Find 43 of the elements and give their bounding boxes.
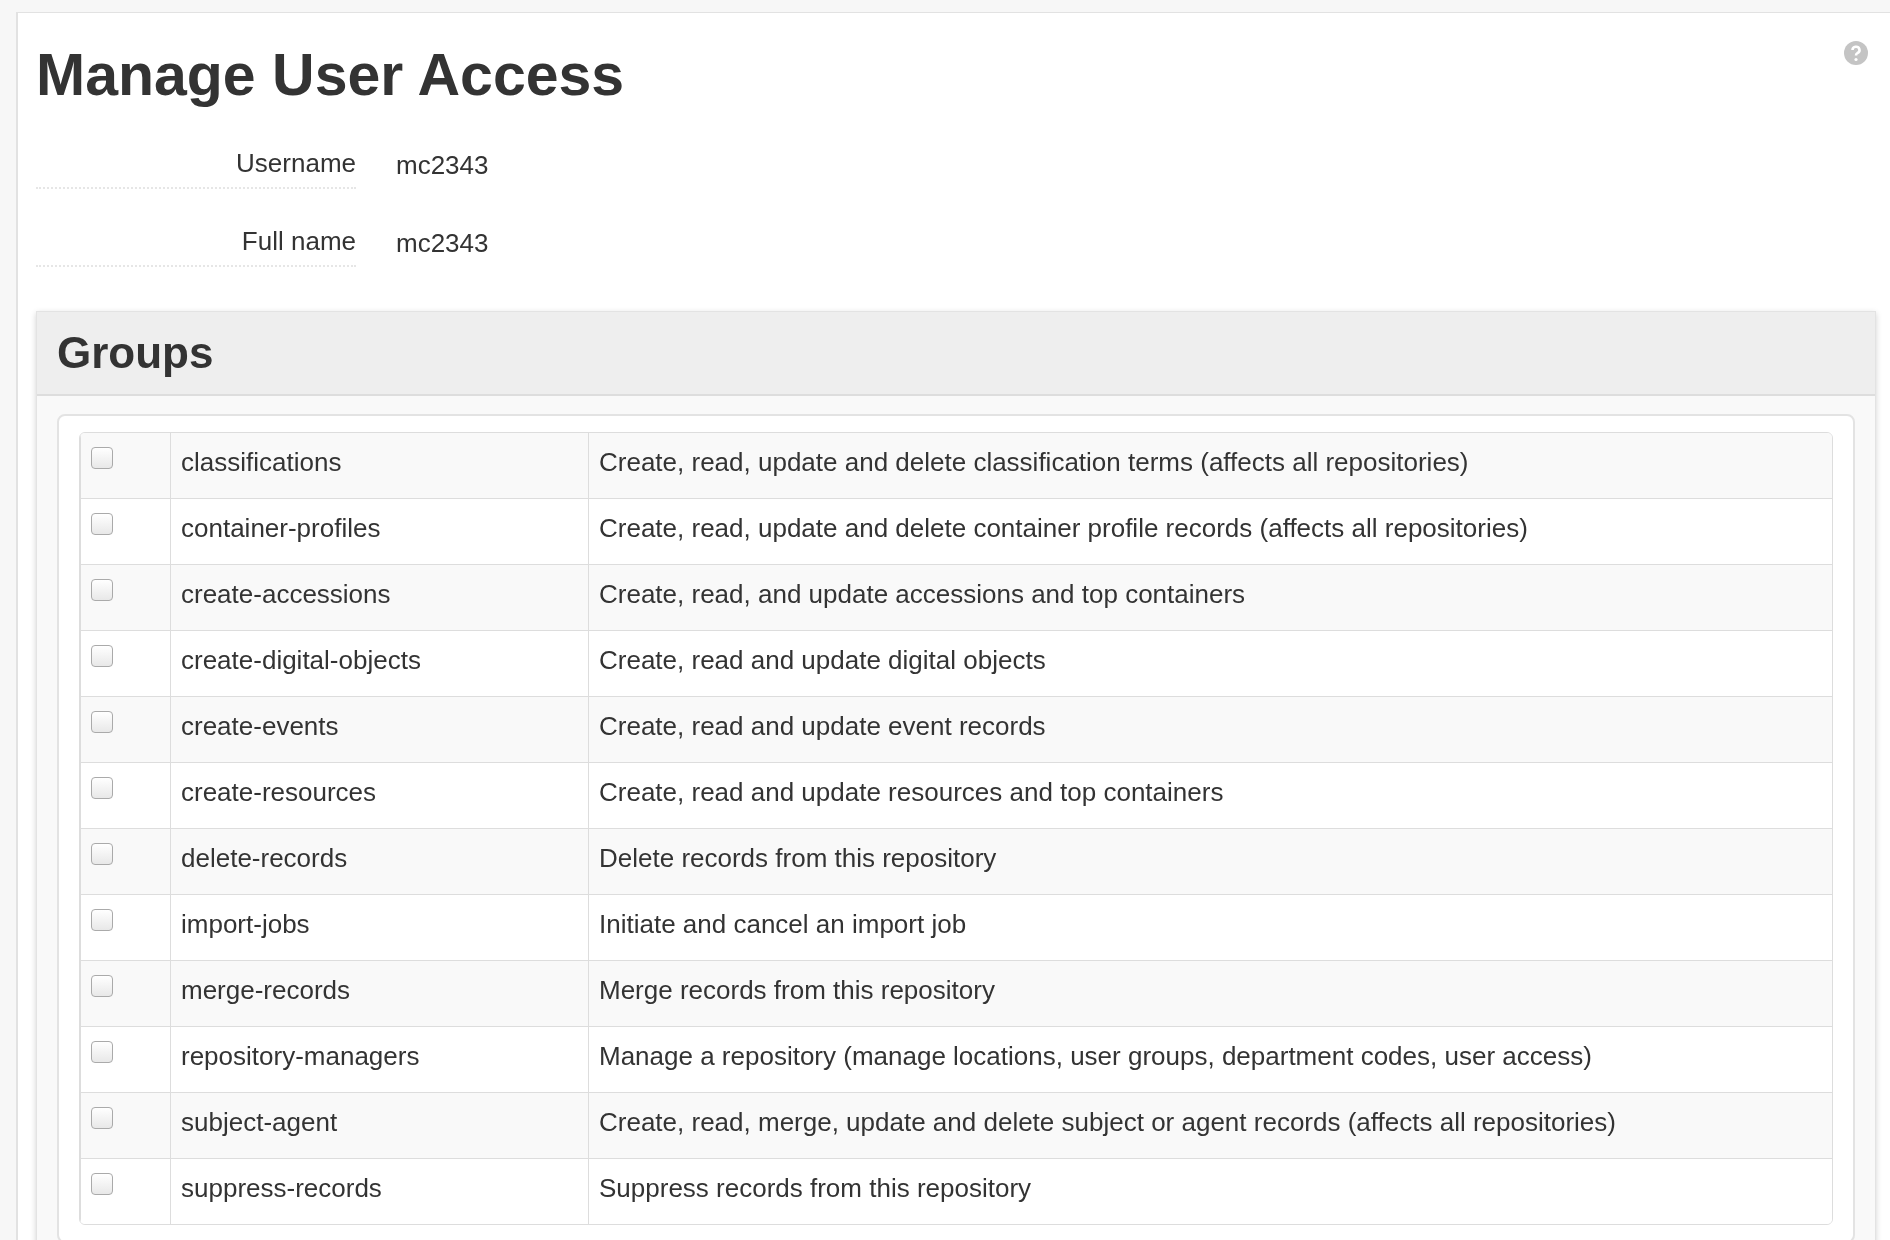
checkbox[interactable]	[91, 975, 113, 997]
group-name: create-resources	[181, 777, 377, 807]
checkbox[interactable]	[91, 579, 113, 601]
checkbox[interactable]	[91, 1173, 113, 1195]
group-description: Initiate and cancel an import job	[599, 909, 967, 939]
checkbox[interactable]	[91, 909, 113, 931]
group-name: repository-managers	[181, 1041, 420, 1071]
group-description: Suppress records from this repository	[599, 1173, 1032, 1203]
group-name: delete-records	[181, 843, 348, 873]
field-label: Full name	[36, 226, 356, 267]
group-name: classifications	[181, 447, 342, 477]
group-name: suppress-records	[181, 1173, 382, 1203]
help-icon[interactable]	[1844, 41, 1868, 65]
group-name: create-events	[181, 711, 339, 741]
checkbox[interactable]	[91, 711, 113, 733]
group-name: create-accessions	[181, 579, 391, 609]
checkbox[interactable]	[91, 645, 113, 667]
group-description: Create, read, merge, update and delete subject or agent records (affects all repositories)	[599, 1107, 1616, 1137]
field-value: mc2343	[395, 228, 489, 260]
group-description: Manage a repository (manage locations, user groups, department codes, user access)	[599, 1041, 1592, 1071]
group-name: merge-records	[181, 975, 351, 1005]
checkbox[interactable]	[91, 843, 113, 865]
checkbox[interactable]	[91, 447, 113, 469]
group-name: container-profiles	[181, 513, 381, 543]
section-heading: Groups	[57, 327, 214, 379]
group-description: Create, read, and update accessions and top containers	[599, 579, 1246, 609]
checkbox[interactable]	[91, 513, 113, 535]
group-description: Merge records from this repository	[599, 975, 995, 1005]
page-title: Manage User Access	[36, 41, 625, 110]
group-description: Create, read and update resources and top containers	[599, 777, 1224, 807]
field-label: Username	[36, 148, 356, 189]
group-name: subject-agent	[181, 1107, 338, 1137]
group-description: Create, read and update digital objects	[599, 645, 1046, 675]
group-name: create-digital-objects	[181, 645, 421, 675]
field-value: mc2343	[395, 150, 489, 182]
group-description: Delete records from this repository	[599, 843, 997, 873]
group-description: Create, read, update and delete container profile records (affects all repositories)	[599, 513, 1528, 543]
group-description: Create, read, update and delete classification terms (affects all repositories)	[599, 447, 1469, 477]
group-name: import-jobs	[181, 909, 310, 939]
checkbox[interactable]	[91, 1041, 113, 1063]
checkbox[interactable]	[91, 1107, 113, 1129]
checkbox[interactable]	[91, 777, 113, 799]
group-description: Create, read and update event records	[599, 711, 1046, 741]
